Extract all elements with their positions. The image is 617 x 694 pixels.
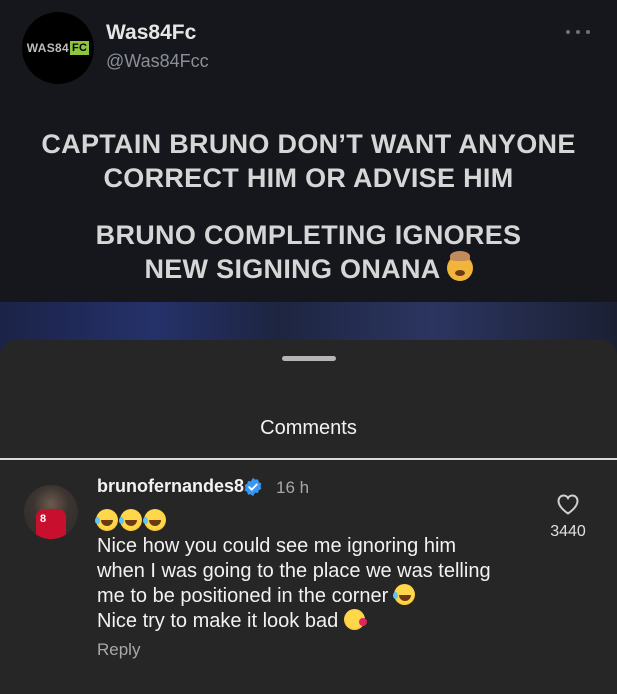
emoji-row <box>95 509 166 531</box>
verified-badge-icon <box>244 477 262 497</box>
headline-block-2: BRUNO COMPLETING IGNORES NEW SIGNING ONA… <box>0 218 617 286</box>
comment-line: me to be positioned in the corner <box>97 585 389 607</box>
headline-line: CORRECT HIM OR ADVISE HIM <box>103 163 514 193</box>
avatar-logo: WAS84 FC <box>26 41 90 55</box>
avatar-logo-text: WAS84 <box>26 41 69 55</box>
avatar-shirt-number: 8 <box>40 513 47 525</box>
post-image: WAS84 FC Was84Fc @Was84Fcc CAPTAIN BRUNO… <box>0 0 617 360</box>
headline-line: BRUNO COMPLETING IGNORES <box>95 220 522 250</box>
exploding-head-emoji-icon <box>446 251 473 281</box>
laughing-emoji-icon <box>143 509 166 531</box>
commenter-avatar[interactable]: 8 <box>24 485 78 539</box>
comment-line: when I was going to the place we was tel… <box>97 560 491 582</box>
headline-line: CAPTAIN BRUNO DON’T WANT ANYONE <box>41 129 576 159</box>
account-avatar[interactable]: WAS84 FC <box>22 12 94 84</box>
comment-text: Nice how you could see me ignoring him w… <box>97 534 537 634</box>
comment-line-with-emoji: me to be positioned in the corner <box>97 584 537 609</box>
reply-button[interactable]: Reply <box>97 640 140 660</box>
more-horizontal-icon[interactable] <box>566 30 590 36</box>
comments-sheet: Comments 8 brunofernandes8 16 h Nice how… <box>0 340 617 694</box>
divider <box>0 458 617 460</box>
laughing-emoji-icon <box>119 509 142 531</box>
like-count: 3440 <box>550 523 586 540</box>
laughing-emoji-icon <box>393 584 416 605</box>
headline-block-1: CAPTAIN BRUNO DON’T WANT ANYONE CORRECT … <box>0 127 617 195</box>
headline-line: NEW SIGNING ONANA <box>144 254 441 284</box>
avatar-logo-badge: FC <box>69 41 90 55</box>
comment-line: Nice try to make it look bad <box>97 610 339 632</box>
heart-icon[interactable] <box>556 493 580 515</box>
display-name[interactable]: Was84Fc <box>106 21 196 45</box>
comment-time: 16 h <box>276 478 310 497</box>
comments-title: Comments <box>260 417 357 439</box>
kissing-heart-emoji-icon <box>344 609 368 630</box>
account-handle[interactable]: @Was84Fcc <box>106 51 209 72</box>
comment-line-with-emoji: Nice try to make it look bad <box>97 609 537 634</box>
comment-line: Nice how you could see me ignoring him <box>97 535 457 557</box>
sheet-drag-handle[interactable] <box>282 356 336 361</box>
commenter-username[interactable]: brunofernandes8 <box>97 476 244 497</box>
laughing-emoji-icon <box>95 509 118 531</box>
headline-line-with-emoji: NEW SIGNING ONANA <box>0 251 617 286</box>
